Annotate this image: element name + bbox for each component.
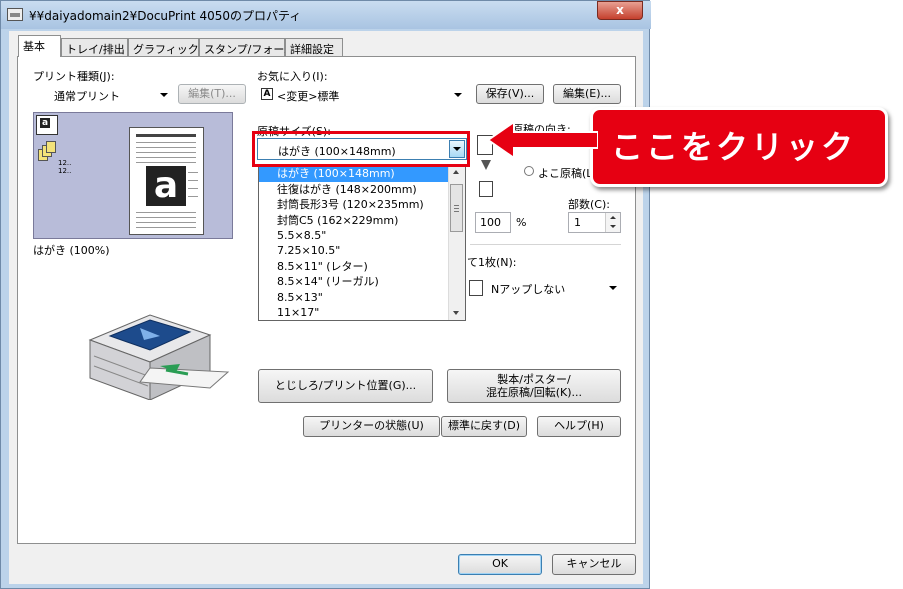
list-item[interactable]: 封筒長形3号 (120×235mm) xyxy=(259,197,449,213)
print-type-label: プリント種類(J): xyxy=(33,70,115,83)
cancel-button[interactable]: キャンセル xyxy=(552,554,636,575)
help-button[interactable]: ヘルプ(H) xyxy=(537,416,621,437)
landscape-radio[interactable] xyxy=(524,166,534,176)
list-item[interactable]: 7.25×10.5" xyxy=(259,243,449,259)
tab-advanced[interactable]: 詳細設定 xyxy=(285,38,343,56)
paper-size-dropdown-list[interactable]: はがき (100×148mm) 往復はがき (148×200mm) 封筒長形3号… xyxy=(258,165,466,321)
preview-caption: はがき (100%) xyxy=(33,244,110,257)
close-button[interactable]: x xyxy=(597,1,643,20)
list-item[interactable]: 5.5×8.5" xyxy=(259,228,449,244)
list-item[interactable]: 11×17" xyxy=(259,305,449,320)
title-bar[interactable]: ¥¥daiyadomain2¥DocuPrint 4050のプロパティ x xyxy=(1,1,651,29)
scrollbar-thumb[interactable] xyxy=(450,184,463,232)
favorites-value: <変更>標準 xyxy=(277,90,340,103)
printer-icon xyxy=(7,8,23,21)
chevron-down-icon[interactable] xyxy=(610,225,616,228)
chevron-up-icon[interactable] xyxy=(610,216,616,219)
list-item[interactable]: はがき (100×148mm) xyxy=(259,166,449,182)
copies-mini-label: 12.. xyxy=(58,159,72,167)
favorites-select[interactable]: A <変更>標準 xyxy=(257,84,467,105)
copies-mini-label: 12.. xyxy=(58,167,72,175)
tab-basic[interactable]: 基本 xyxy=(18,35,61,57)
booklet-line-2: 混在原稿/回転(K)... xyxy=(486,386,582,399)
nup-select[interactable]: Nアップしない xyxy=(466,277,622,298)
window-title: ¥¥daiyadomain2¥DocuPrint 4050のプロパティ xyxy=(29,9,302,23)
mini-a-glyph: a xyxy=(40,118,50,128)
ok-button[interactable]: OK xyxy=(458,554,542,575)
stepper-buttons[interactable] xyxy=(605,213,620,232)
copies-stack-icon xyxy=(38,141,56,163)
scroll-down-icon[interactable] xyxy=(453,311,459,315)
tab-graphics[interactable]: グラフィックス xyxy=(128,38,209,56)
save-favorite-button[interactable]: 保存(V)... xyxy=(476,84,544,104)
edit-favorite-button[interactable]: 編集(E)... xyxy=(553,84,621,104)
reset-default-button[interactable]: 標準に戻す(D) xyxy=(441,416,527,437)
nup-value: Nアップしない xyxy=(491,283,566,296)
copies-label: 部数(C): xyxy=(568,198,610,211)
list-item[interactable]: 8.5×14" (リーガル) xyxy=(259,274,449,290)
zoom-value: 100 xyxy=(480,216,501,229)
preview-sheet: a xyxy=(129,127,204,235)
copies-value: 1 xyxy=(574,216,581,229)
nup-label: て1枚(N): xyxy=(467,256,517,269)
callout-text: ここをクリック xyxy=(611,128,857,166)
page-preview: a 12.. 12.. a xyxy=(33,112,233,239)
single-page-icon: a xyxy=(36,115,58,135)
print-type-value: 通常プリント xyxy=(54,90,120,103)
preview-letter: a xyxy=(146,166,186,206)
list-item[interactable]: 8.5×13" xyxy=(259,290,449,306)
list-item[interactable]: 封筒C5 (162×229mm) xyxy=(259,213,449,229)
binding-position-button[interactable]: とじしろ/プリント位置(G)... xyxy=(258,369,433,403)
printer-illustration xyxy=(88,314,230,400)
booklet-poster-button[interactable]: 製本/ポスター/ 混在原稿/回転(K)... xyxy=(447,369,621,403)
landscape-radio-label: よこ原稿(L xyxy=(538,167,593,180)
copies-stepper[interactable]: 1 xyxy=(568,212,621,233)
tab-tray-output[interactable]: トレイ/排出 xyxy=(61,38,128,56)
favorite-a-icon: A xyxy=(261,88,273,100)
zoom-input[interactable]: 100 xyxy=(475,212,511,233)
list-item[interactable]: 往復はがき (148×200mm) xyxy=(259,182,449,198)
arrow-down-icon xyxy=(481,160,491,170)
divider xyxy=(470,244,621,245)
zoom-unit: % xyxy=(516,216,527,229)
print-type-edit-button[interactable]: 編集(T)... xyxy=(178,84,246,104)
nup-page-icon xyxy=(469,280,483,296)
printer-status-button[interactable]: プリンターの状態(U) xyxy=(303,416,440,437)
chevron-down-icon xyxy=(609,286,617,290)
list-item[interactable]: 8.5×11" (レター) xyxy=(259,259,449,275)
zoom-page-icon xyxy=(479,181,493,197)
booklet-line-1: 製本/ポスター/ xyxy=(497,373,571,386)
callout-arrow-icon xyxy=(488,120,598,160)
favorites-label: お気に入り(I): xyxy=(257,70,328,83)
highlight-box xyxy=(252,131,470,167)
callout-box: ここをクリック xyxy=(590,107,888,187)
chevron-down-icon xyxy=(160,93,168,97)
dropdown-scrollbar[interactable] xyxy=(448,166,465,320)
scroll-up-icon[interactable] xyxy=(453,170,459,174)
print-type-select[interactable]: 通常プリント xyxy=(33,84,173,105)
tab-stamp-form[interactable]: スタンプ/フォーム xyxy=(199,38,295,56)
chevron-down-icon xyxy=(454,93,462,97)
